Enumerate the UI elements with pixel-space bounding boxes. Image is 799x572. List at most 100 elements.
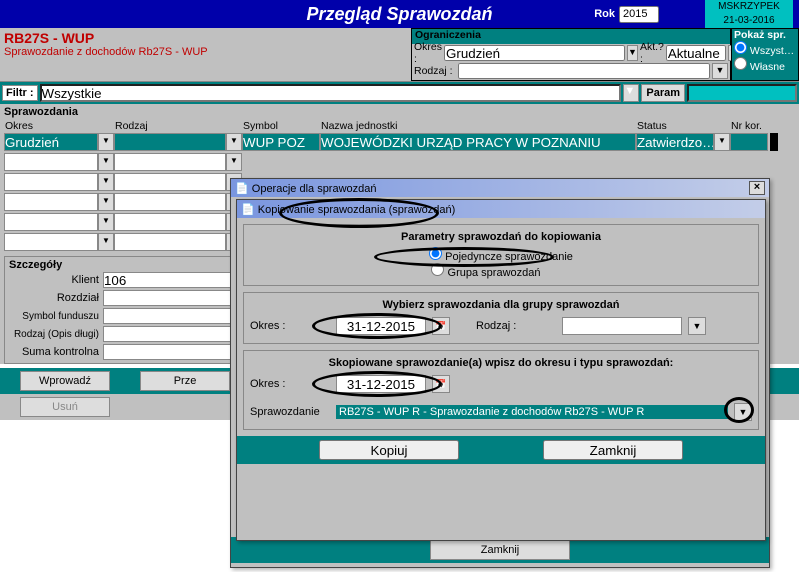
- chevron-down-icon[interactable]: ▼: [226, 153, 242, 171]
- okres-select[interactable]: [444, 45, 625, 61]
- grid-header: Okres Rodzaj Symbol Nazwa jednostki Stat…: [0, 120, 799, 132]
- date-input-2[interactable]: [336, 375, 426, 393]
- dialog1-titlebar[interactable]: 📄 Operacje dla sprawozdań ×: [231, 179, 769, 197]
- rodzaj-select[interactable]: [458, 63, 710, 79]
- show-opt-all[interactable]: Wszyst…: [732, 41, 798, 57]
- show-title: Pokaż spr.: [732, 29, 798, 41]
- opt-group[interactable]: Grupa sprawozdań: [431, 267, 540, 279]
- rozdzial-label: Rozdział: [9, 292, 99, 304]
- app-title: Przegląd Sprawozdań: [306, 4, 492, 25]
- rok-field: Rok: [594, 6, 659, 23]
- limits-title: Ograniczenia: [412, 29, 730, 44]
- akt-label: Akt.? :: [640, 41, 664, 65]
- dialog2-title: Kopiowanie sprawozdania (sprawozdań): [258, 204, 456, 216]
- rodzaj-label: Rodzaj :: [414, 65, 456, 77]
- col-okres: Okres: [4, 120, 114, 132]
- grid-title: Sprawozdania: [0, 104, 799, 120]
- page-title: RB27S - WUP: [4, 30, 407, 46]
- dialog-copy: 📄 Kopiowanie sprawozdania (sprawozdań) P…: [236, 199, 766, 541]
- panel1-title: Parametry sprawozdań do kopiowania: [250, 231, 752, 243]
- radio-single[interactable]: [429, 247, 442, 260]
- suma-label: Suma kontrolna: [9, 346, 99, 358]
- dialog2-titlebar[interactable]: 📄 Kopiowanie sprawozdania (sprawozdań): [237, 200, 765, 218]
- rodzajd-label: Rodzaj (Opis długi): [9, 330, 99, 339]
- user-name: MSKRZYPEK: [705, 0, 793, 14]
- current-date: 21-03-2016: [705, 14, 793, 28]
- okres-label: Okres :: [250, 320, 330, 332]
- rodzaj-select[interactable]: [562, 317, 682, 335]
- close-icon[interactable]: ×: [749, 181, 765, 195]
- radio-group[interactable]: [431, 263, 444, 276]
- rok-label: Rok: [594, 8, 615, 20]
- col-symbol: Symbol: [242, 120, 320, 132]
- topbar: Przegląd Sprawozdań Rok MSKRZYPEK 21-03-…: [0, 0, 799, 28]
- filter-bar: Filtr : ▼ Param: [0, 82, 799, 104]
- show-box: Pokaż spr. Wszyst… Własne: [731, 28, 799, 81]
- header: RB27S - WUP Sprawozdanie z dochodów Rb27…: [0, 28, 799, 82]
- panel2-title: Wybierz sprawozdania dla grupy sprawozda…: [250, 299, 752, 311]
- radio-own[interactable]: [734, 57, 747, 70]
- calendar-icon[interactable]: 📅: [432, 317, 450, 335]
- cell-okres[interactable]: [4, 133, 98, 151]
- cell-nazwa[interactable]: [320, 133, 636, 151]
- panel-target: Skopiowane sprawozdanie(a) wpisz do okre…: [243, 350, 759, 430]
- prze-button[interactable]: Prze: [140, 371, 230, 391]
- chevron-down-icon[interactable]: ▼: [714, 133, 730, 151]
- filtr-label: Filtr :: [2, 85, 38, 101]
- cell-symbol[interactable]: [242, 133, 320, 151]
- dialog1-title: Operacje dla sprawozdań: [252, 183, 377, 195]
- rodzaj-label: Rodzaj :: [476, 320, 556, 332]
- usun-button[interactable]: Usuń: [20, 397, 110, 417]
- cell-status[interactable]: [636, 133, 714, 151]
- filtr-input[interactable]: [40, 84, 622, 102]
- limits-box: Ograniczenia Okres : ▼ Akt.? : ▼ Rodzaj …: [411, 28, 731, 81]
- calendar-icon[interactable]: 📅: [432, 375, 450, 393]
- chevron-down-icon[interactable]: ▼: [98, 173, 114, 191]
- okres-label-2: Okres :: [250, 378, 330, 390]
- chevron-down-icon[interactable]: ▼: [623, 84, 639, 102]
- app-icon: 📄: [235, 183, 249, 195]
- param-label: Param: [641, 84, 685, 102]
- chevron-down-icon[interactable]: ▼: [98, 233, 114, 251]
- radio-all[interactable]: [734, 41, 747, 54]
- page-subtitle: Sprawozdanie z dochodów Rb27S - WUP: [4, 46, 407, 58]
- zamknij-button-2[interactable]: Zamknij: [543, 440, 683, 460]
- col-nrkor: Nr kor.: [730, 120, 774, 132]
- chevron-down-icon[interactable]: ▼: [688, 317, 706, 335]
- chevron-down-icon[interactable]: ▼: [734, 403, 752, 421]
- user-block: MSKRZYPEK 21-03-2016: [705, 0, 793, 28]
- spr-label: Sprawozdanie: [250, 406, 330, 418]
- cell-rodzaj[interactable]: [114, 133, 226, 151]
- chevron-down-icon[interactable]: ▼: [98, 193, 114, 211]
- panel-params: Parametry sprawozdań do kopiowania Pojed…: [243, 224, 759, 286]
- header-left: RB27S - WUP Sprawozdanie z dochodów Rb27…: [0, 28, 411, 81]
- col-nazwa: Nazwa jednostki: [320, 120, 636, 132]
- param-input[interactable]: [687, 84, 797, 102]
- rok-input[interactable]: [619, 6, 659, 23]
- wprowadz-button[interactable]: Wprowadź: [20, 371, 110, 391]
- col-status: Status: [636, 120, 730, 132]
- panel-select-group: Wybierz sprawozdania dla grupy sprawozda…: [243, 292, 759, 344]
- klient-label: Klient: [9, 274, 99, 286]
- spr-select[interactable]: RB27S - WUP R - Sprawozdanie z dochodów …: [336, 405, 728, 419]
- show-opt-own[interactable]: Własne: [732, 57, 798, 73]
- chevron-down-icon[interactable]: ▼: [98, 213, 114, 231]
- dialog2-bottom: Kopiuj Zamknij: [237, 436, 765, 464]
- col-rodzaj: Rodzaj: [114, 120, 242, 132]
- table-row[interactable]: ▼ ▼: [0, 152, 799, 172]
- chevron-down-icon[interactable]: ▼: [627, 45, 638, 61]
- opt-single[interactable]: Pojedyncze sprawozdanie: [429, 251, 573, 263]
- row-marker: [770, 133, 778, 151]
- panel3-title: Skopiowane sprawozdanie(a) wpisz do okre…: [250, 357, 752, 369]
- kopiuj-button[interactable]: Kopiuj: [319, 440, 459, 460]
- zamknij-button[interactable]: Zamknij: [430, 540, 570, 560]
- chevron-down-icon[interactable]: ▼: [712, 63, 728, 79]
- cell-nrkor[interactable]: [730, 133, 768, 151]
- date-input-1[interactable]: [336, 317, 426, 335]
- chevron-down-icon[interactable]: ▼: [98, 153, 114, 171]
- akt-select[interactable]: [666, 45, 726, 61]
- chevron-down-icon[interactable]: ▼: [98, 133, 114, 151]
- table-row[interactable]: ▼ ▼ ▼: [0, 132, 799, 152]
- chevron-down-icon[interactable]: ▼: [226, 133, 242, 151]
- okres-label: Okres :: [414, 41, 442, 65]
